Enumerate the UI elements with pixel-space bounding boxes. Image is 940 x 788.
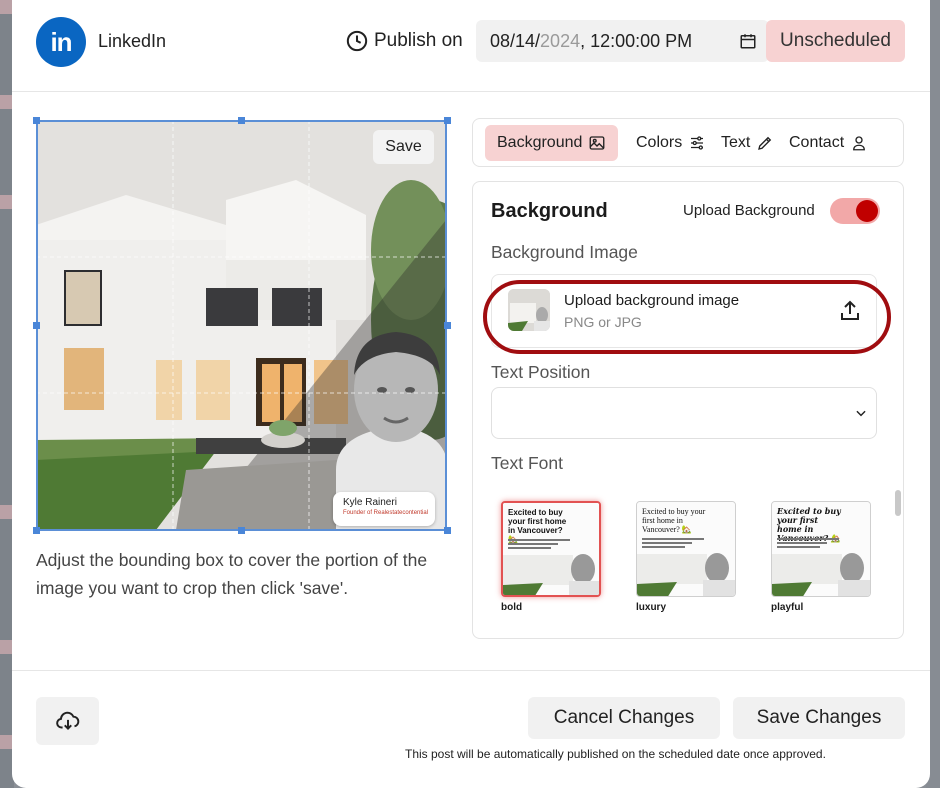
crop-handle-bottom-right[interactable] xyxy=(444,527,451,534)
panel-title: Background xyxy=(491,200,608,222)
font-option-bold[interactable]: Excited to buy your first home in Vancou… xyxy=(501,501,603,613)
chevron-down-icon xyxy=(856,410,866,417)
date-month-day: 08/14/ xyxy=(490,30,541,51)
tab-contact[interactable]: Contact xyxy=(789,125,868,161)
pencil-icon xyxy=(758,136,772,150)
crop-handle-bottom-left[interactable] xyxy=(33,527,40,534)
date-year: 2024 xyxy=(540,30,581,51)
tab-label: Text xyxy=(721,134,751,151)
linkedin-icon: in xyxy=(36,17,86,67)
publish-on-label: Publish on xyxy=(374,30,463,51)
font-option-luxury[interactable]: Excited to buy your first home in Vancou… xyxy=(636,501,738,613)
font-headline: Excited to buy your first home in Vancou… xyxy=(642,507,706,534)
crop-image[interactable] xyxy=(36,120,446,530)
publish-note: This post will be automatically publishe… xyxy=(405,747,826,761)
font-subtext-lines xyxy=(777,538,839,548)
publish-date-input[interactable]: 08/14/2024, 12:00:00 PM xyxy=(476,20,769,62)
text-position-label: Text Position xyxy=(491,362,591,382)
text-font-label: Text Font xyxy=(491,453,563,473)
modal-header: in LinkedIn Publish on 08/14/2024, 12:00… xyxy=(12,0,930,92)
tab-label: Contact xyxy=(789,134,845,151)
tab-colors[interactable]: Colors xyxy=(636,125,706,161)
tab-label: Background xyxy=(497,134,583,151)
upload-background-label: Upload Background xyxy=(683,202,815,219)
tab-text[interactable]: Text xyxy=(721,125,774,161)
agent-name: Kyle Raineri xyxy=(343,497,397,508)
upload-background-toggle[interactable] xyxy=(830,198,880,224)
footer-divider xyxy=(12,670,930,671)
text-position-select[interactable] xyxy=(491,387,877,439)
download-button[interactable] xyxy=(36,697,99,745)
crop-handle-bottom[interactable] xyxy=(238,527,245,534)
cancel-changes-button[interactable]: Cancel Changes xyxy=(528,697,720,739)
settings-tabs: Background Colors Text Contact xyxy=(472,118,904,167)
status-badge[interactable]: Unscheduled xyxy=(766,20,905,62)
font-subtext-lines xyxy=(508,539,570,549)
crop-help-text: Adjust the bounding box to cover the por… xyxy=(36,550,428,598)
image-icon xyxy=(589,136,605,150)
tab-background[interactable]: Background xyxy=(485,125,619,161)
font-preview: Excited to buy your first home in Vancou… xyxy=(636,501,736,597)
sliders-icon xyxy=(691,136,704,150)
font-name: playful xyxy=(771,602,804,613)
font-preview: Excited to buy your first home in Vancou… xyxy=(501,501,601,597)
tab-label: Colors xyxy=(636,134,683,151)
font-subtext-lines xyxy=(642,538,704,548)
save-crop-button[interactable]: Save xyxy=(373,130,434,164)
house-photo xyxy=(36,120,446,530)
font-preview: Excited to buy your first home in Vancou… xyxy=(771,501,871,597)
font-name: luxury xyxy=(636,602,667,613)
crop-handle-top[interactable] xyxy=(238,117,245,124)
background-panel: Background Upload Background Background … xyxy=(472,181,904,639)
highlight-annotation xyxy=(483,280,891,354)
post-editor-modal: in LinkedIn Publish on 08/14/2024, 12:00… xyxy=(12,0,930,788)
panel-scrollbar[interactable] xyxy=(895,490,901,516)
clock-icon xyxy=(346,30,368,52)
user-icon xyxy=(853,136,866,151)
crop-handle-top-right[interactable] xyxy=(444,117,451,124)
toggle-knob xyxy=(856,200,878,222)
crop-handle-left[interactable] xyxy=(33,322,40,329)
crop-handle-top-left[interactable] xyxy=(33,117,40,124)
platform-name: LinkedIn xyxy=(98,31,167,51)
save-changes-button[interactable]: Save Changes xyxy=(733,697,905,739)
font-name: bold xyxy=(501,602,523,613)
background-image-label: Background Image xyxy=(491,242,638,262)
agent-name-card: Kyle Raineri Founder of Realestateconten… xyxy=(333,492,435,526)
crop-handle-right[interactable] xyxy=(444,322,451,329)
calendar-icon[interactable] xyxy=(739,32,757,50)
date-time: , 12:00:00 PM xyxy=(580,30,693,51)
cloud-download-icon xyxy=(55,711,79,730)
font-option-playful[interactable]: Excited to buy your first home in Vancou… xyxy=(771,501,873,613)
agent-role: Founder of Realestatecontential xyxy=(343,510,429,516)
